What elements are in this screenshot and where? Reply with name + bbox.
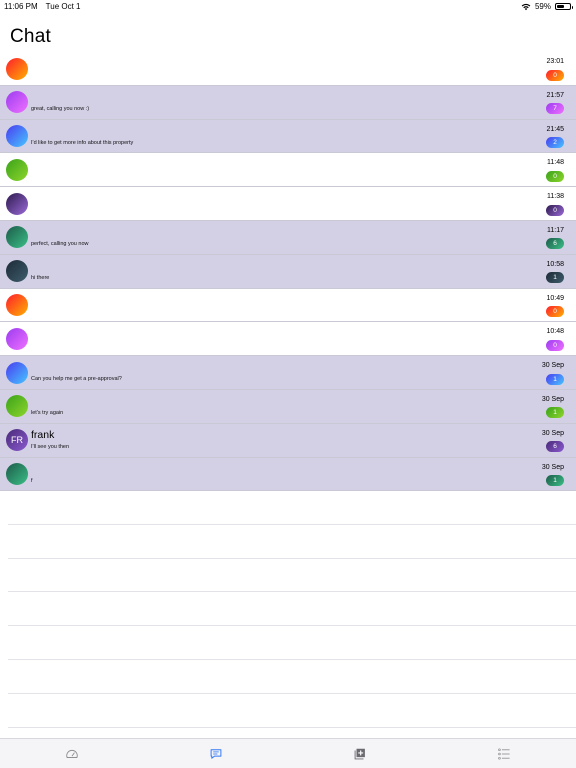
avatar: [6, 294, 28, 317]
chat-preview: Can you help me get a pre-approval?: [31, 376, 122, 383]
chat-preview: perfect, calling you now: [31, 240, 89, 247]
unread-count-badge: 7: [546, 103, 564, 115]
avatar: [6, 125, 28, 148]
chat-time: 30 Sep: [541, 395, 564, 403]
chat-list: 23:01 0 great, calling you now :) 21:57 7 I'd…: [0, 52, 576, 492]
unread-count-badge: 0: [546, 170, 564, 182]
chat-row[interactable]: perfect, calling you now 11:17 6: [0, 220, 576, 255]
unread-count-badge: 0: [546, 306, 564, 318]
chat-row[interactable]: let's try again 30 Sep 1: [0, 389, 576, 424]
unread-count-badge: 6: [546, 238, 564, 250]
chat-name: frank: [31, 428, 55, 441]
empty-row-separator: [8, 525, 576, 559]
tab-list[interactable]: [432, 739, 576, 768]
avatar: [6, 226, 28, 249]
empty-row-separator: [8, 491, 576, 525]
status-date: Tue Oct 1: [45, 2, 81, 11]
chat-preview: hi there: [31, 274, 50, 281]
chat-row[interactable]: 23:01 0: [0, 52, 576, 86]
battery-level: [557, 5, 565, 8]
chat-row[interactable]: I'd like to get more info about this pro…: [0, 119, 576, 154]
chat-preview: let's try again: [31, 409, 64, 416]
unread-count-badge: 0: [546, 204, 564, 216]
avatar: [6, 260, 28, 283]
chat-screen: 11:06 PM Tue Oct 1 59% Chat 23:01 0 great,…: [0, 0, 576, 768]
empty-list-area: [0, 491, 576, 728]
tab-dashboard[interactable]: [0, 739, 144, 768]
chat-time: 21:45: [546, 125, 564, 133]
unread-count-badge: 0: [546, 339, 564, 351]
empty-row-separator: [8, 694, 576, 728]
avatar: [6, 158, 28, 181]
chat-preview: f: [31, 477, 33, 484]
unread-count-badge: 2: [546, 137, 564, 149]
unread-count-badge: 6: [546, 441, 564, 453]
avatar: [6, 395, 28, 418]
list-icon: [498, 748, 510, 759]
avatar: [6, 192, 28, 215]
chat-time: 10:58: [546, 260, 564, 268]
empty-row-separator: [8, 592, 576, 627]
avatar: [6, 327, 28, 350]
battery-icon: [555, 3, 573, 10]
chat-time: 23:01: [546, 58, 564, 65]
status-time: 11:06 PM: [4, 2, 38, 11]
chat-time: 11:48: [547, 159, 564, 167]
unread-count-badge: 1: [546, 272, 564, 284]
chat-row[interactable]: f 30 Sep 1: [0, 457, 576, 492]
speedometer-icon: [66, 749, 78, 758]
chat-time: 10:48: [546, 328, 564, 336]
avatar: FR: [6, 429, 28, 452]
chat-time: 11:17: [547, 226, 564, 234]
tab-chat[interactable]: [144, 739, 288, 768]
unread-count-badge: 1: [546, 373, 564, 385]
tab-bar: [0, 738, 576, 768]
chat-row[interactable]: 10:48 0: [0, 322, 576, 357]
chat-row[interactable]: 11:48 0: [0, 153, 576, 188]
chat-row[interactable]: 10:49 0: [0, 289, 576, 323]
avatar: [6, 57, 28, 80]
chat-row[interactable]: hi there 10:58 1: [0, 254, 576, 289]
wifi-icon: [521, 3, 531, 10]
avatar: [6, 463, 28, 486]
chat-preview: I'll see you then: [31, 443, 70, 450]
empty-row-separator: [8, 626, 576, 660]
chat-time: 30 Sep: [541, 362, 564, 370]
add-listing-icon: [354, 748, 365, 759]
battery-percent: 59%: [534, 2, 551, 11]
chat-row[interactable]: 11:38 0: [0, 187, 576, 221]
empty-row-separator: [8, 660, 576, 694]
unread-count-badge: 0: [546, 69, 564, 81]
chat-time: 30 Sep: [541, 429, 564, 437]
chat-time: 10:49: [546, 294, 564, 302]
status-bar: 11:06 PM Tue Oct 1 59%: [0, 0, 576, 12]
chat-row[interactable]: FR frank I'll see you then 30 Sep 6: [0, 423, 576, 458]
chat-bubble-icon: [210, 748, 222, 759]
unread-count-badge: 1: [546, 407, 564, 419]
chat-row[interactable]: great, calling you now :) 21:57 7: [0, 85, 576, 120]
chat-time: 21:57: [546, 91, 564, 99]
chat-preview: great, calling you now :): [31, 105, 90, 112]
tab-add-listing[interactable]: [288, 739, 432, 768]
chat-time: 30 Sep: [541, 463, 564, 471]
chat-time: 11:38: [547, 193, 564, 201]
chat-row[interactable]: Can you help me get a pre-approval? 30 Se…: [0, 356, 576, 390]
unread-count-badge: 1: [546, 475, 564, 487]
chat-preview: I'd like to get more info about this pro…: [31, 139, 134, 146]
avatar: [6, 361, 28, 384]
page-title: Chat: [10, 26, 51, 47]
empty-row-separator: [8, 559, 576, 593]
avatar: [6, 91, 28, 114]
